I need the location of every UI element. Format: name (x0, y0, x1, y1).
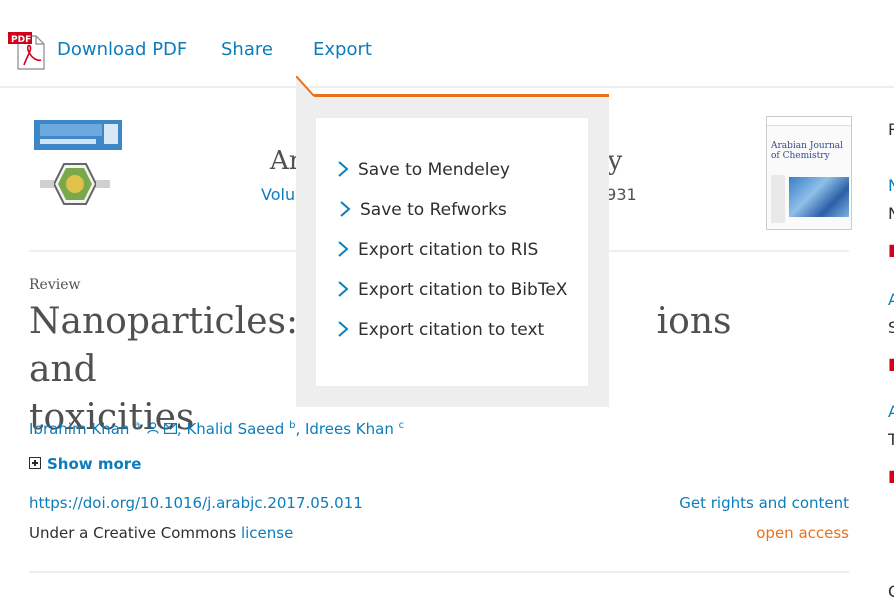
open-access-badge: open access (756, 524, 849, 542)
article-toolbar: PDF Download PDF Share Export (0, 0, 894, 88)
menu-item-save-to-refworks[interactable]: Save to Refworks (338, 200, 507, 220)
pdf-icon[interactable]: PDF (8, 32, 48, 70)
export-menu: Save to Mendeley Save to Refworks Export… (316, 118, 588, 386)
chevron-right-icon (340, 201, 351, 217)
license-link[interactable]: license (241, 524, 293, 542)
person-icon (147, 422, 159, 434)
svg-text:PDF: PDF (11, 35, 31, 45)
show-more-button[interactable]: Show more (29, 455, 141, 473)
chevron-right-icon (338, 281, 349, 297)
king-saud-university-logo[interactable] (34, 120, 122, 150)
chemical-society-logo[interactable] (40, 163, 110, 205)
menu-item-export-bibtex[interactable]: Export citation to BibTeX (336, 280, 567, 300)
chevron-right-icon (338, 241, 349, 257)
author-link[interactable]: Khalid Saeed b (186, 420, 295, 438)
author-link[interactable]: Idrees Khan c (305, 420, 404, 438)
chevron-right-icon (338, 161, 349, 177)
rights-link[interactable]: Get rights and content (679, 494, 849, 512)
divider (29, 571, 849, 573)
dropdown-notch (296, 76, 314, 97)
menu-item-export-ris[interactable]: Export citation to RIS (336, 240, 538, 260)
menu-item-save-to-mendeley[interactable]: Save to Mendeley (336, 160, 510, 180)
author-list: Ibrahim Khan a , Khalid Saeed b, Idrees … (29, 420, 405, 438)
chevron-right-icon (338, 321, 349, 337)
download-pdf-link[interactable]: Download PDF (57, 39, 187, 60)
plus-box-icon (29, 457, 41, 469)
doi-link[interactable]: https://doi.org/10.1016/j.arabjc.2017.05… (29, 494, 363, 512)
publisher-logos (34, 120, 122, 205)
journal-cover-image[interactable]: Arabian Journal of Chemistry (766, 116, 852, 230)
author-link[interactable]: Ibrahim Khan a (29, 420, 140, 438)
dropdown-accent-bar (314, 94, 609, 97)
article-type-label: Review (29, 277, 81, 293)
license-line: Under a Creative Commons license (29, 524, 294, 542)
menu-item-export-text[interactable]: Export citation to text (336, 320, 544, 340)
email-icon[interactable] (163, 423, 177, 435)
export-button[interactable]: Export (313, 39, 372, 60)
share-button[interactable]: Share (221, 39, 273, 60)
right-sidebar-edge: R N N ▮ A S ▮ A T ▮ C (888, 120, 894, 599)
